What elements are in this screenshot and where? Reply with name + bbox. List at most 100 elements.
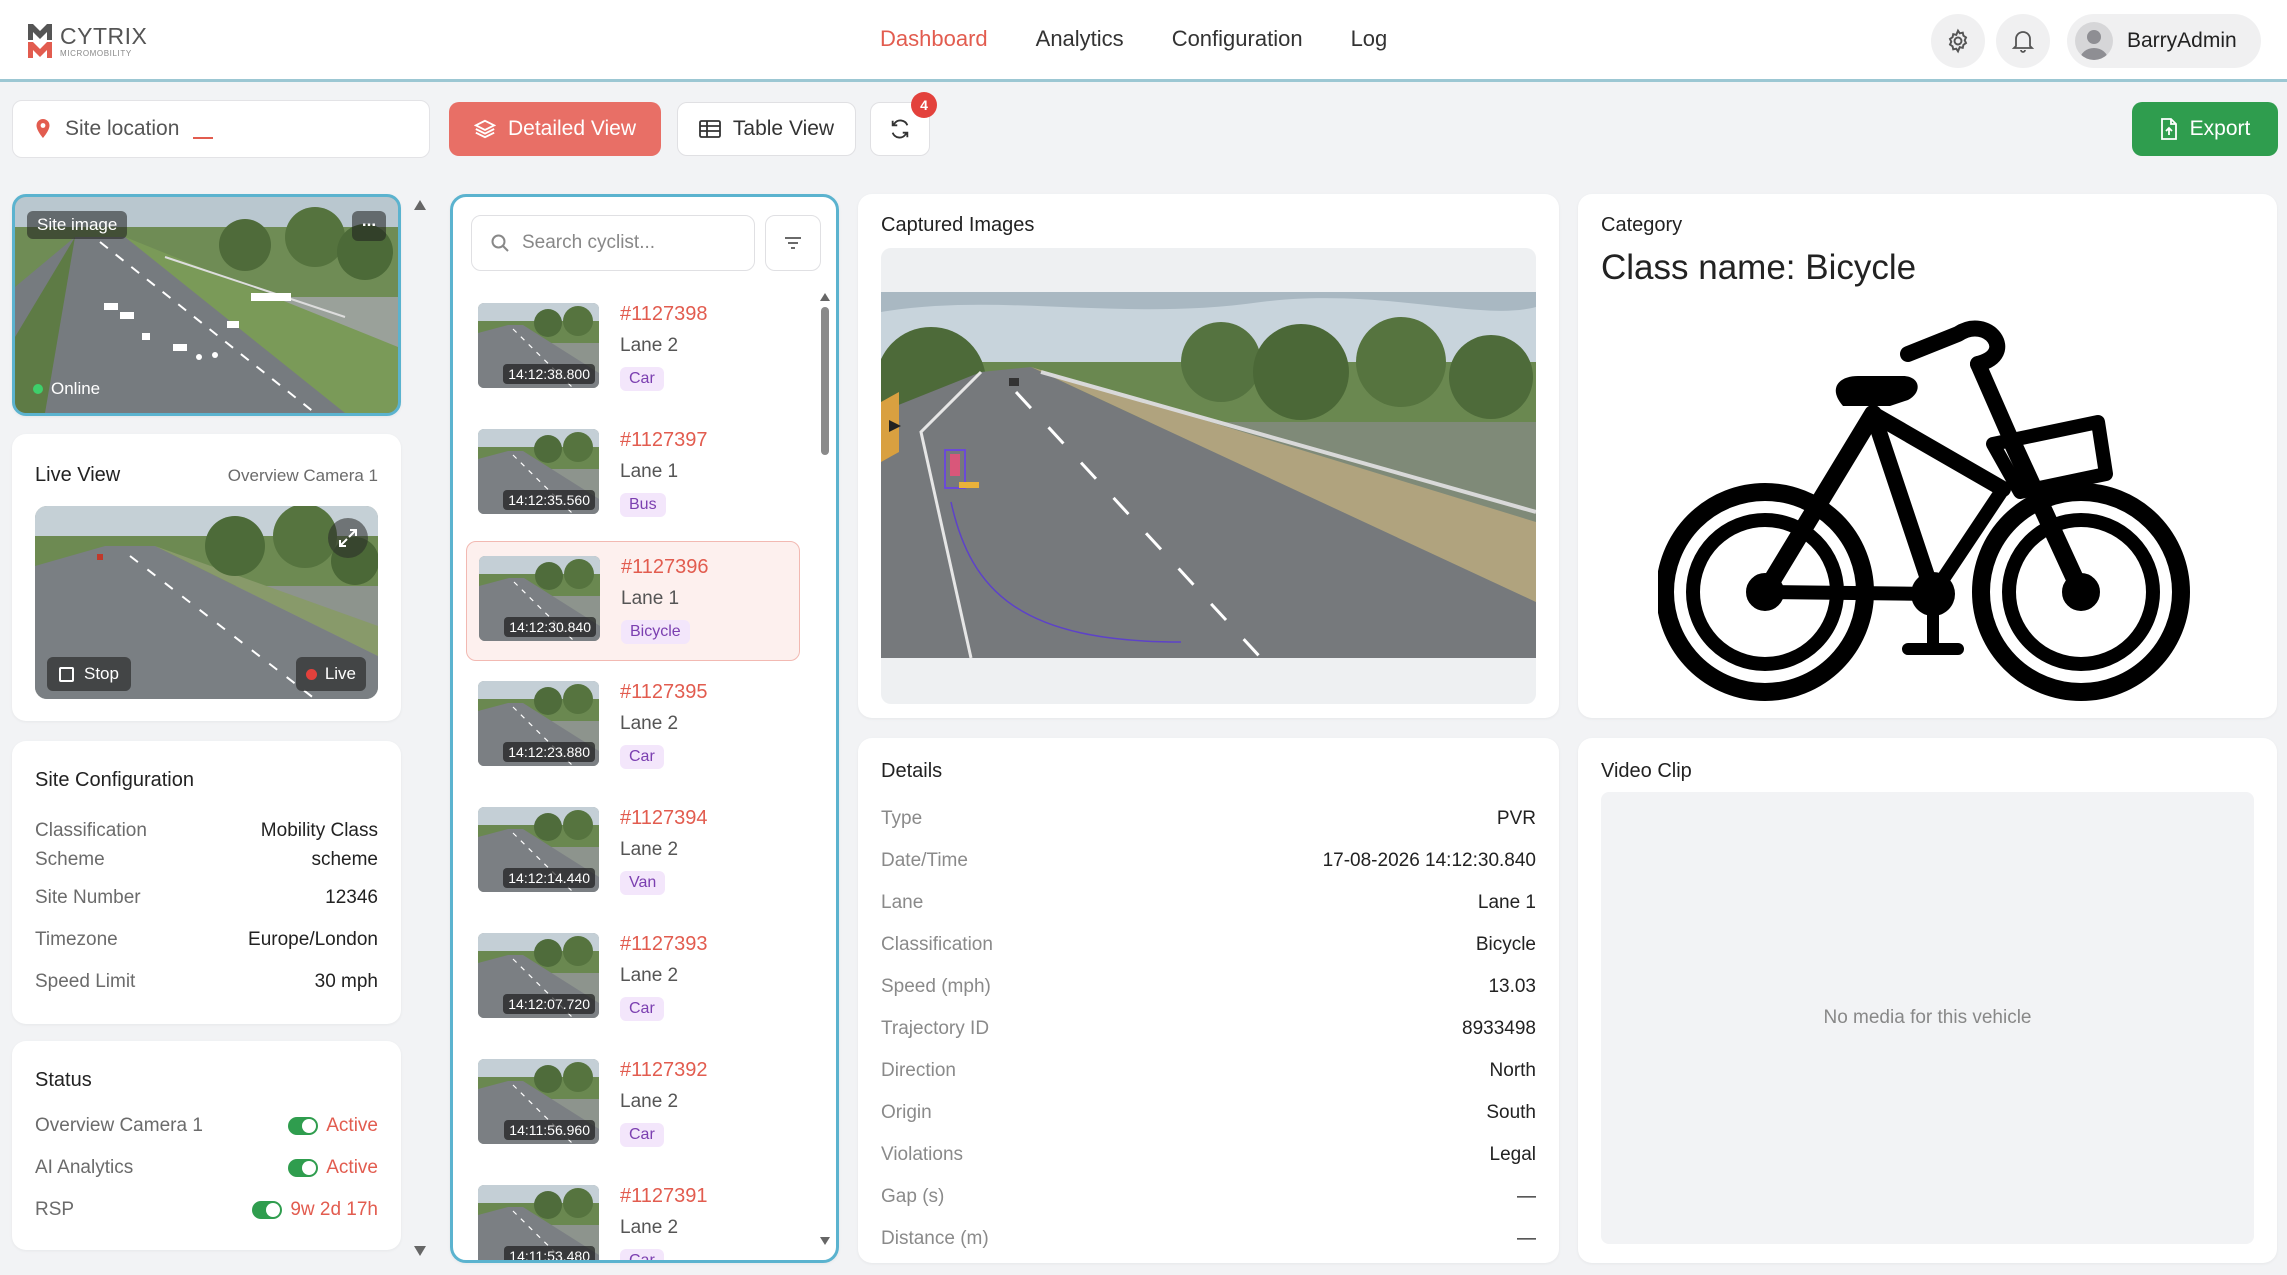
fullscreen-button[interactable] [328, 518, 368, 558]
table-view-label: Table View [732, 117, 835, 140]
toggle-switch[interactable] [288, 1158, 319, 1177]
settings-button[interactable] [1931, 14, 1985, 68]
refresh-count-badge: 4 [911, 92, 937, 118]
logo-mark-icon [26, 22, 54, 60]
status-value-text: Active [326, 1115, 378, 1136]
site-image-card[interactable]: Site image ... Online [12, 194, 401, 416]
search-icon [491, 234, 509, 252]
detail-value: Legal [1489, 1144, 1537, 1165]
site-location-select[interactable]: Site location [12, 100, 430, 158]
list-item[interactable]: 14:12:35.560 #1127397 Lane 1 Bus [466, 415, 800, 535]
live-dot-icon [305, 668, 317, 680]
detail-value: — [1517, 1228, 1536, 1249]
vehicle-type-badge: Car [620, 1249, 664, 1260]
toggle-switch[interactable] [288, 1116, 319, 1135]
video-player[interactable]: No media for this vehicle [1601, 792, 2254, 1244]
bell-icon [2011, 31, 2035, 53]
detail-row: Distance (m) — [881, 1228, 1536, 1250]
thumbnail-timestamp: 14:12:23.880 [503, 742, 595, 762]
list-item[interactable]: 14:12:30.840 #1127396 Lane 1 Bicycle [466, 541, 800, 661]
vehicle-id: #1127394 [620, 807, 708, 829]
site-location-label: Site location [65, 117, 180, 140]
detailed-view-label: Detailed View [507, 117, 637, 140]
status-row-camera: Overview Camera 1 Active [35, 1115, 378, 1137]
class-name: Class name: Bicycle [1601, 248, 1917, 287]
filter-button[interactable] [765, 215, 821, 271]
vehicle-thumbnail: 14:12:38.800 [478, 303, 599, 388]
detailed-view-button[interactable]: Detailed View [449, 102, 661, 156]
site-status-text: Online [51, 379, 101, 398]
list-item[interactable]: 14:11:53.480 #1127391 Lane 2 Car [466, 1171, 800, 1260]
nav-log[interactable]: Log [1351, 26, 1388, 52]
online-dot-icon [33, 384, 43, 394]
detail-value: 13.03 [1488, 976, 1536, 997]
list-item[interactable]: 14:12:14.440 #1127394 Lane 2 Van [466, 793, 800, 913]
list-scrollbar[interactable] [818, 289, 832, 1249]
list-item[interactable]: 14:11:56.960 #1127392 Lane 2 Car [466, 1045, 800, 1165]
detail-value: North [1489, 1060, 1536, 1081]
left-panel-scrollbar[interactable] [411, 196, 429, 1260]
main-nav: Dashboard Analytics Configuration Log [880, 26, 1387, 52]
toggle-switch[interactable] [252, 1200, 283, 1219]
vehicle-thumbnail: 14:11:53.480 [478, 1185, 599, 1260]
status-key: AI Analytics [35, 1157, 134, 1178]
user-menu-button[interactable]: BarryAdmin [2067, 14, 2261, 68]
detail-key: Trajectory ID [881, 1018, 990, 1039]
detail-key: Distance (m) [881, 1228, 989, 1249]
notifications-button[interactable] [1996, 14, 2050, 68]
detail-row: Gap (s) — [881, 1186, 1536, 1208]
detail-value: South [1486, 1102, 1536, 1123]
detail-key: Origin [881, 1102, 932, 1123]
list-item[interactable]: 14:12:23.880 #1127395 Lane 2 Car [466, 667, 800, 787]
captured-image-frame[interactable] [881, 248, 1536, 704]
vehicle-lane: Lane 2 [620, 839, 679, 860]
vehicle-thumbnail: 14:12:35.560 [478, 429, 599, 514]
config-key: Timezone [35, 929, 118, 950]
detail-key: Type [881, 808, 923, 829]
site-image-menu-button[interactable]: ... [352, 211, 386, 241]
filter-icon [785, 237, 801, 249]
nav-configuration[interactable]: Configuration [1172, 26, 1303, 52]
vehicle-lane: Lane 2 [620, 1091, 679, 1112]
status-value: 9w 2d 17h [252, 1199, 378, 1221]
list-item[interactable]: 14:12:07.720 #1127393 Lane 2 Car [466, 919, 800, 1039]
detail-key: Lane [881, 892, 924, 913]
nav-dashboard[interactable]: Dashboard [880, 26, 988, 52]
export-label: Export [2189, 117, 2251, 140]
site-image-title: Site image [27, 211, 128, 239]
list-item[interactable]: 14:12:38.800 #1127398 Lane 2 Car [466, 289, 800, 409]
thumbnail-timestamp: 14:12:30.840 [504, 617, 596, 637]
nav-analytics[interactable]: Analytics [1036, 26, 1124, 52]
search-input[interactable]: Search cyclist... [471, 215, 755, 271]
live-video[interactable]: Stop Live [35, 506, 378, 699]
stop-button[interactable]: Stop [47, 657, 131, 691]
brand-logo[interactable]: CYTRIX MICROMOBILITY [26, 22, 147, 60]
status-card: Status Overview Camera 1 Active AI Analy… [12, 1041, 401, 1250]
detail-row: Trajectory ID 8933498 [881, 1018, 1536, 1040]
vehicle-id: #1127398 [620, 303, 708, 325]
status-title: Status [35, 1069, 92, 1091]
status-value-text: 9w 2d 17h [290, 1199, 378, 1220]
detail-row: Direction North [881, 1060, 1536, 1082]
config-key: Classification Scheme [35, 816, 147, 874]
detail-value: Lane 1 [1477, 892, 1536, 913]
vehicle-lane: Lane 2 [620, 713, 679, 734]
live-label: Live [324, 664, 356, 683]
config-row-site-number: Site Number 12346 [35, 887, 378, 909]
export-button[interactable]: Export [2132, 102, 2278, 156]
stop-icon [59, 666, 74, 682]
table-view-button[interactable]: Table View [677, 102, 856, 156]
details-card: Details Type PVR Date/Time 17-08-2026 14:12… [858, 738, 1559, 1263]
category-card: Category Class name: Bicycle [1578, 194, 2277, 718]
vehicle-lane: Lane 2 [620, 965, 679, 986]
detail-row: Classification Bicycle [881, 934, 1536, 956]
detail-row: Origin South [881, 1102, 1536, 1124]
thumbnail-timestamp: 14:12:35.560 [503, 490, 595, 510]
detail-row: Speed (mph) 13.03 [881, 976, 1536, 998]
vehicle-type-badge: Van [620, 871, 666, 895]
config-value: 12346 [325, 887, 378, 908]
live-view-camera[interactable]: Overview Camera 1 [228, 466, 378, 486]
search-placeholder: Search cyclist... [522, 232, 656, 253]
layers-icon [473, 119, 496, 139]
vehicle-id: #1127396 [621, 556, 709, 578]
